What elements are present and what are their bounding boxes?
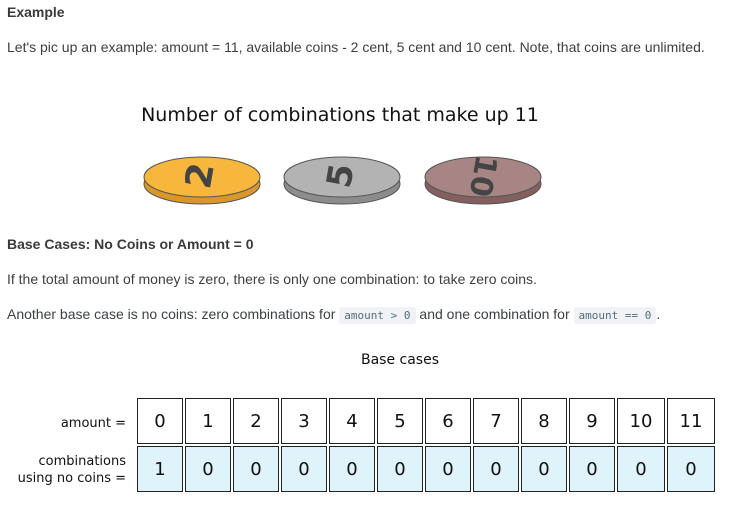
amount-cell: 2 (233, 398, 279, 444)
combination-cell: 0 (667, 446, 715, 492)
code-amount-gt-zero: amount > 0 (339, 307, 416, 324)
code-amount-eq-zero: amount == 0 (573, 307, 657, 324)
combinations-row: 1 0 0 0 0 0 0 0 0 0 0 0 (137, 446, 715, 492)
amount-cell: 8 (521, 398, 567, 444)
combination-cell: 0 (521, 446, 567, 492)
amount-row: 0 1 2 3 4 5 6 7 8 9 10 11 (137, 398, 715, 444)
amount-cell: 1 (185, 398, 231, 444)
combination-cell: 0 (233, 446, 279, 492)
amount-cell: 3 (281, 398, 327, 444)
example-heading: Example (7, 4, 65, 20)
amount-cell: 0 (137, 398, 183, 444)
amount-cell: 7 (473, 398, 519, 444)
base-cases-figure-title: Base cases (360, 352, 440, 368)
base-cases-text-2: Another base case is no coins: zero comb… (7, 304, 660, 326)
combination-cell: 0 (617, 446, 665, 492)
amount-cell: 10 (617, 398, 665, 444)
combination-cell: 0 (473, 446, 519, 492)
amount-cell: 6 (425, 398, 471, 444)
amount-cell: 9 (569, 398, 615, 444)
base-cases-text-1: If the total amount of money is zero, th… (7, 271, 537, 287)
combination-cell: 0 (281, 446, 327, 492)
combination-cell: 0 (185, 446, 231, 492)
amount-cell: 5 (377, 398, 423, 444)
combination-cell: 0 (569, 446, 615, 492)
base-cases-heading: Base Cases: No Coins or Amount = 0 (7, 236, 254, 252)
combination-cell: 0 (329, 446, 375, 492)
amount-cell: 11 (667, 398, 715, 444)
combinations-label-line1: combinations (38, 454, 126, 469)
example-text: Let's pic up an example: amount = 11, av… (7, 39, 705, 55)
base-cases-text-2c: . (656, 306, 661, 322)
coin-2-icon: 2 (143, 156, 261, 205)
amount-cell: 4 (329, 398, 375, 444)
combination-cell: 0 (377, 446, 423, 492)
base-cases-text-2b: and one combination for (415, 306, 574, 322)
combinations-label-line2: using no coins = (17, 471, 126, 486)
coin-10-label: 10 (462, 152, 504, 199)
amount-row-label: amount = (60, 416, 126, 431)
coin-10-icon: 10 (424, 152, 542, 205)
coins-illustration: 2 5 10 (143, 152, 542, 205)
base-cases-text-2a: Another base case is no coins: zero comb… (7, 306, 340, 322)
coin-5-icon: 5 (283, 156, 401, 205)
combination-cell: 1 (137, 446, 183, 492)
combinations-row-label: combinations using no coins = (10, 453, 126, 487)
combination-cell: 0 (425, 446, 471, 492)
coins-figure-title: Number of combinations that make up 11 (141, 104, 539, 126)
